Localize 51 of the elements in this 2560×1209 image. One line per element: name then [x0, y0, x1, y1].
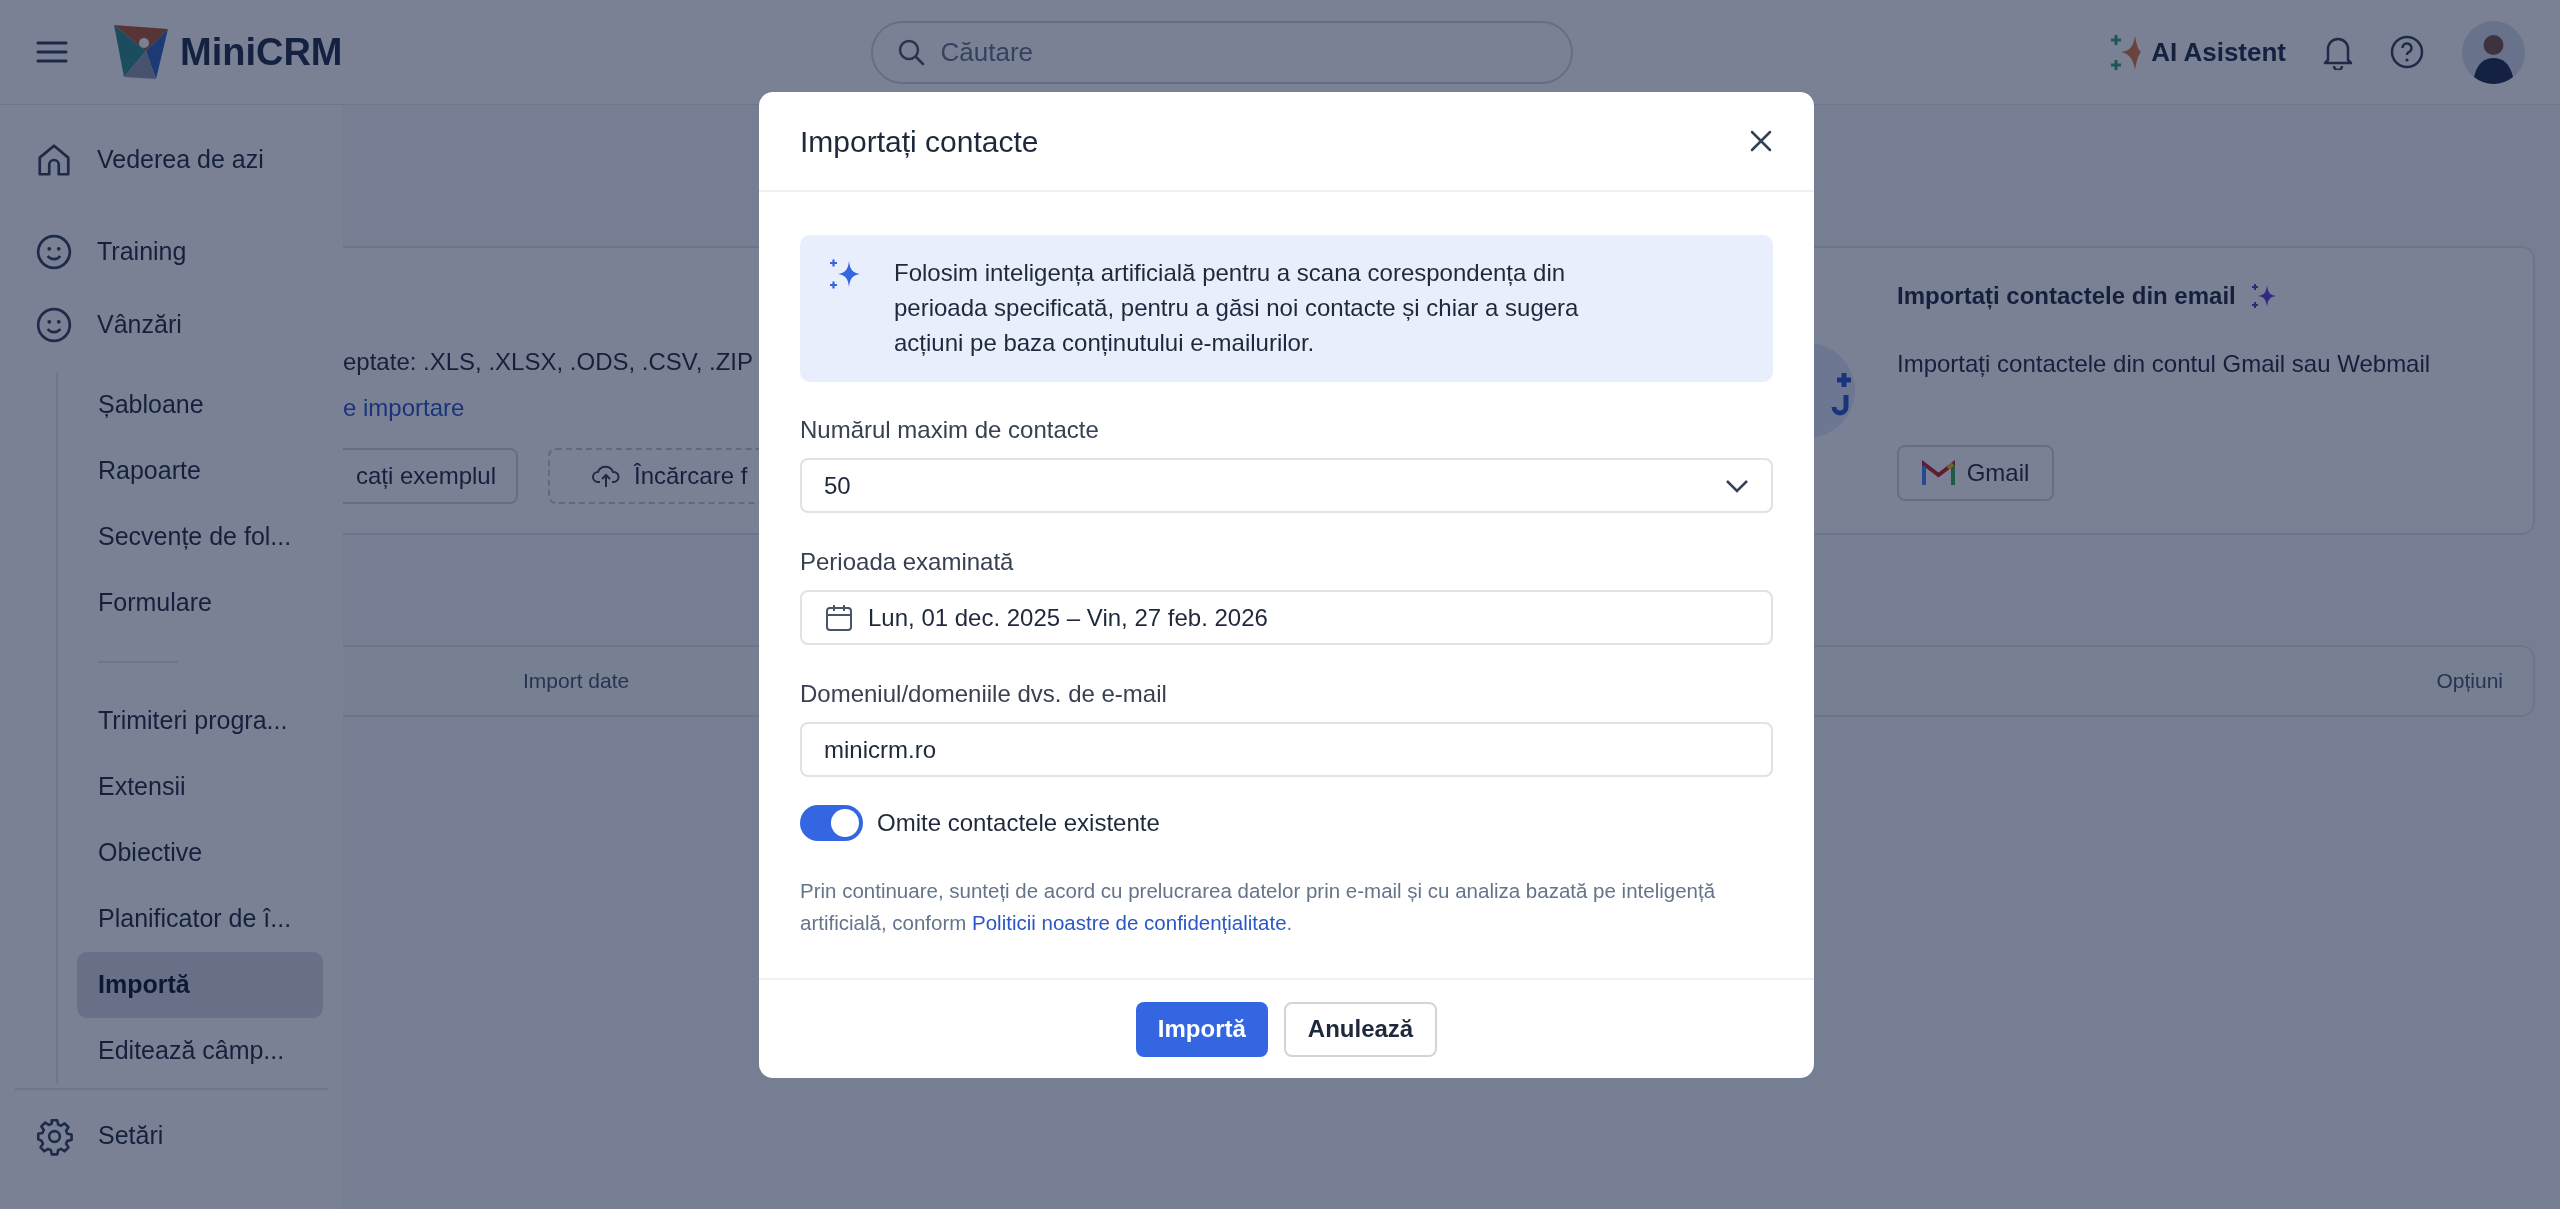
cancel-button[interactable]: Anulează: [1283, 1001, 1438, 1057]
sidebar-item[interactable]: Vânzări: [0, 288, 343, 361]
max-contacts-select[interactable]: 50: [800, 458, 1773, 513]
avatar[interactable]: [2462, 20, 2525, 84]
column-header: Import date: [523, 668, 630, 695]
smiley-icon: [35, 232, 73, 271]
search-icon: [896, 37, 925, 66]
ai-assistant-button[interactable]: AI Asistent: [2107, 32, 2286, 72]
logo-text: MiniCRM: [180, 29, 343, 75]
card-title: Importați contactele din email: [1897, 281, 2236, 312]
card-description: Importați contactele din contul Gmail sau Webmail: [1897, 349, 2431, 379]
sidebar-subitem[interactable]: Rapoarte: [77, 438, 323, 504]
domain-input[interactable]: minicrm.ro: [800, 722, 1773, 777]
date-range-field[interactable]: Lun, 01 dec. 2025 – Vin, 27 feb. 2026: [800, 590, 1773, 645]
chevron-down-icon: [1725, 478, 1749, 493]
field-label: Perioada examinată: [800, 547, 1015, 577]
sidebar-subitem[interactable]: Secvențe de fol...: [77, 504, 323, 570]
close-icon[interactable]: [1749, 129, 1773, 153]
sidebar-subitem[interactable]: Obiective: [77, 820, 323, 886]
toggle-label: Omite contactele existente: [877, 808, 1160, 838]
dialog-title: Importați contacte: [800, 123, 1039, 160]
search-field[interactable]: Căutare: [870, 20, 1573, 84]
sidebar-item[interactable]: Setări: [0, 1090, 343, 1182]
field-label: Numărul maxim de contacte: [800, 415, 1100, 445]
menu-icon[interactable]: [36, 40, 68, 64]
toggle-switch[interactable]: [800, 805, 863, 841]
calendar-icon: [824, 602, 854, 633]
mail-icon: [1921, 460, 1955, 486]
formats-text: eptate: .XLS, .XLSX, .ODS, .CSV, .ZIP: [343, 347, 753, 377]
settings-icon: [35, 1116, 74, 1156]
sidebar-subitem[interactable]: Planificator de î...: [77, 886, 323, 952]
privacy-policy-link[interactable]: Politicii noastre de confidențialitate: [972, 911, 1287, 934]
sidebar-item[interactable]: Training: [0, 215, 343, 288]
smiley-icon: [35, 305, 73, 344]
consent-text: Prin continuare, sunteți de acord cu prelucrarea datelor prin e-mail și cu analiza bazată pe inteligență artificială, conform Politicii noastre de confidențialitate.: [800, 878, 1717, 936]
cloud-upload-icon: [592, 463, 620, 489]
sidebar-subitem[interactable]: Formulare: [77, 570, 323, 636]
gmail-button[interactable]: Gmail: [1897, 445, 2054, 501]
sidebar-subitem[interactable]: Editează câmp...: [77, 1018, 323, 1084]
help-icon[interactable]: [2390, 35, 2424, 69]
field-label: Domeniul/domeniile dvs. de e-mail: [800, 679, 1168, 709]
sidebar-subitem[interactable]: Importă: [77, 952, 323, 1018]
info-text: Folosim inteligența artificială pentru a scana corespondența din perioada specificată, pentru a găsi noi contacte și chiar a sugera acțiuni pe baza conținutului e-mailurilor.: [894, 258, 1580, 358]
import-guide-link[interactable]: e importare: [343, 390, 465, 426]
sidebar-subitem[interactable]: Trimiteri progra...: [77, 688, 323, 754]
sidebar-subitem[interactable]: Șabloane: [77, 372, 323, 438]
download-example-button[interactable]: cați exemplul: [343, 448, 518, 504]
column-header: Opțiuni: [2436, 668, 2503, 695]
sidebar-item[interactable]: Vederea de azi: [0, 123, 343, 196]
sidebar-subitem[interactable]: Extensii: [77, 754, 323, 820]
import-button[interactable]: Importă: [1135, 1001, 1268, 1057]
